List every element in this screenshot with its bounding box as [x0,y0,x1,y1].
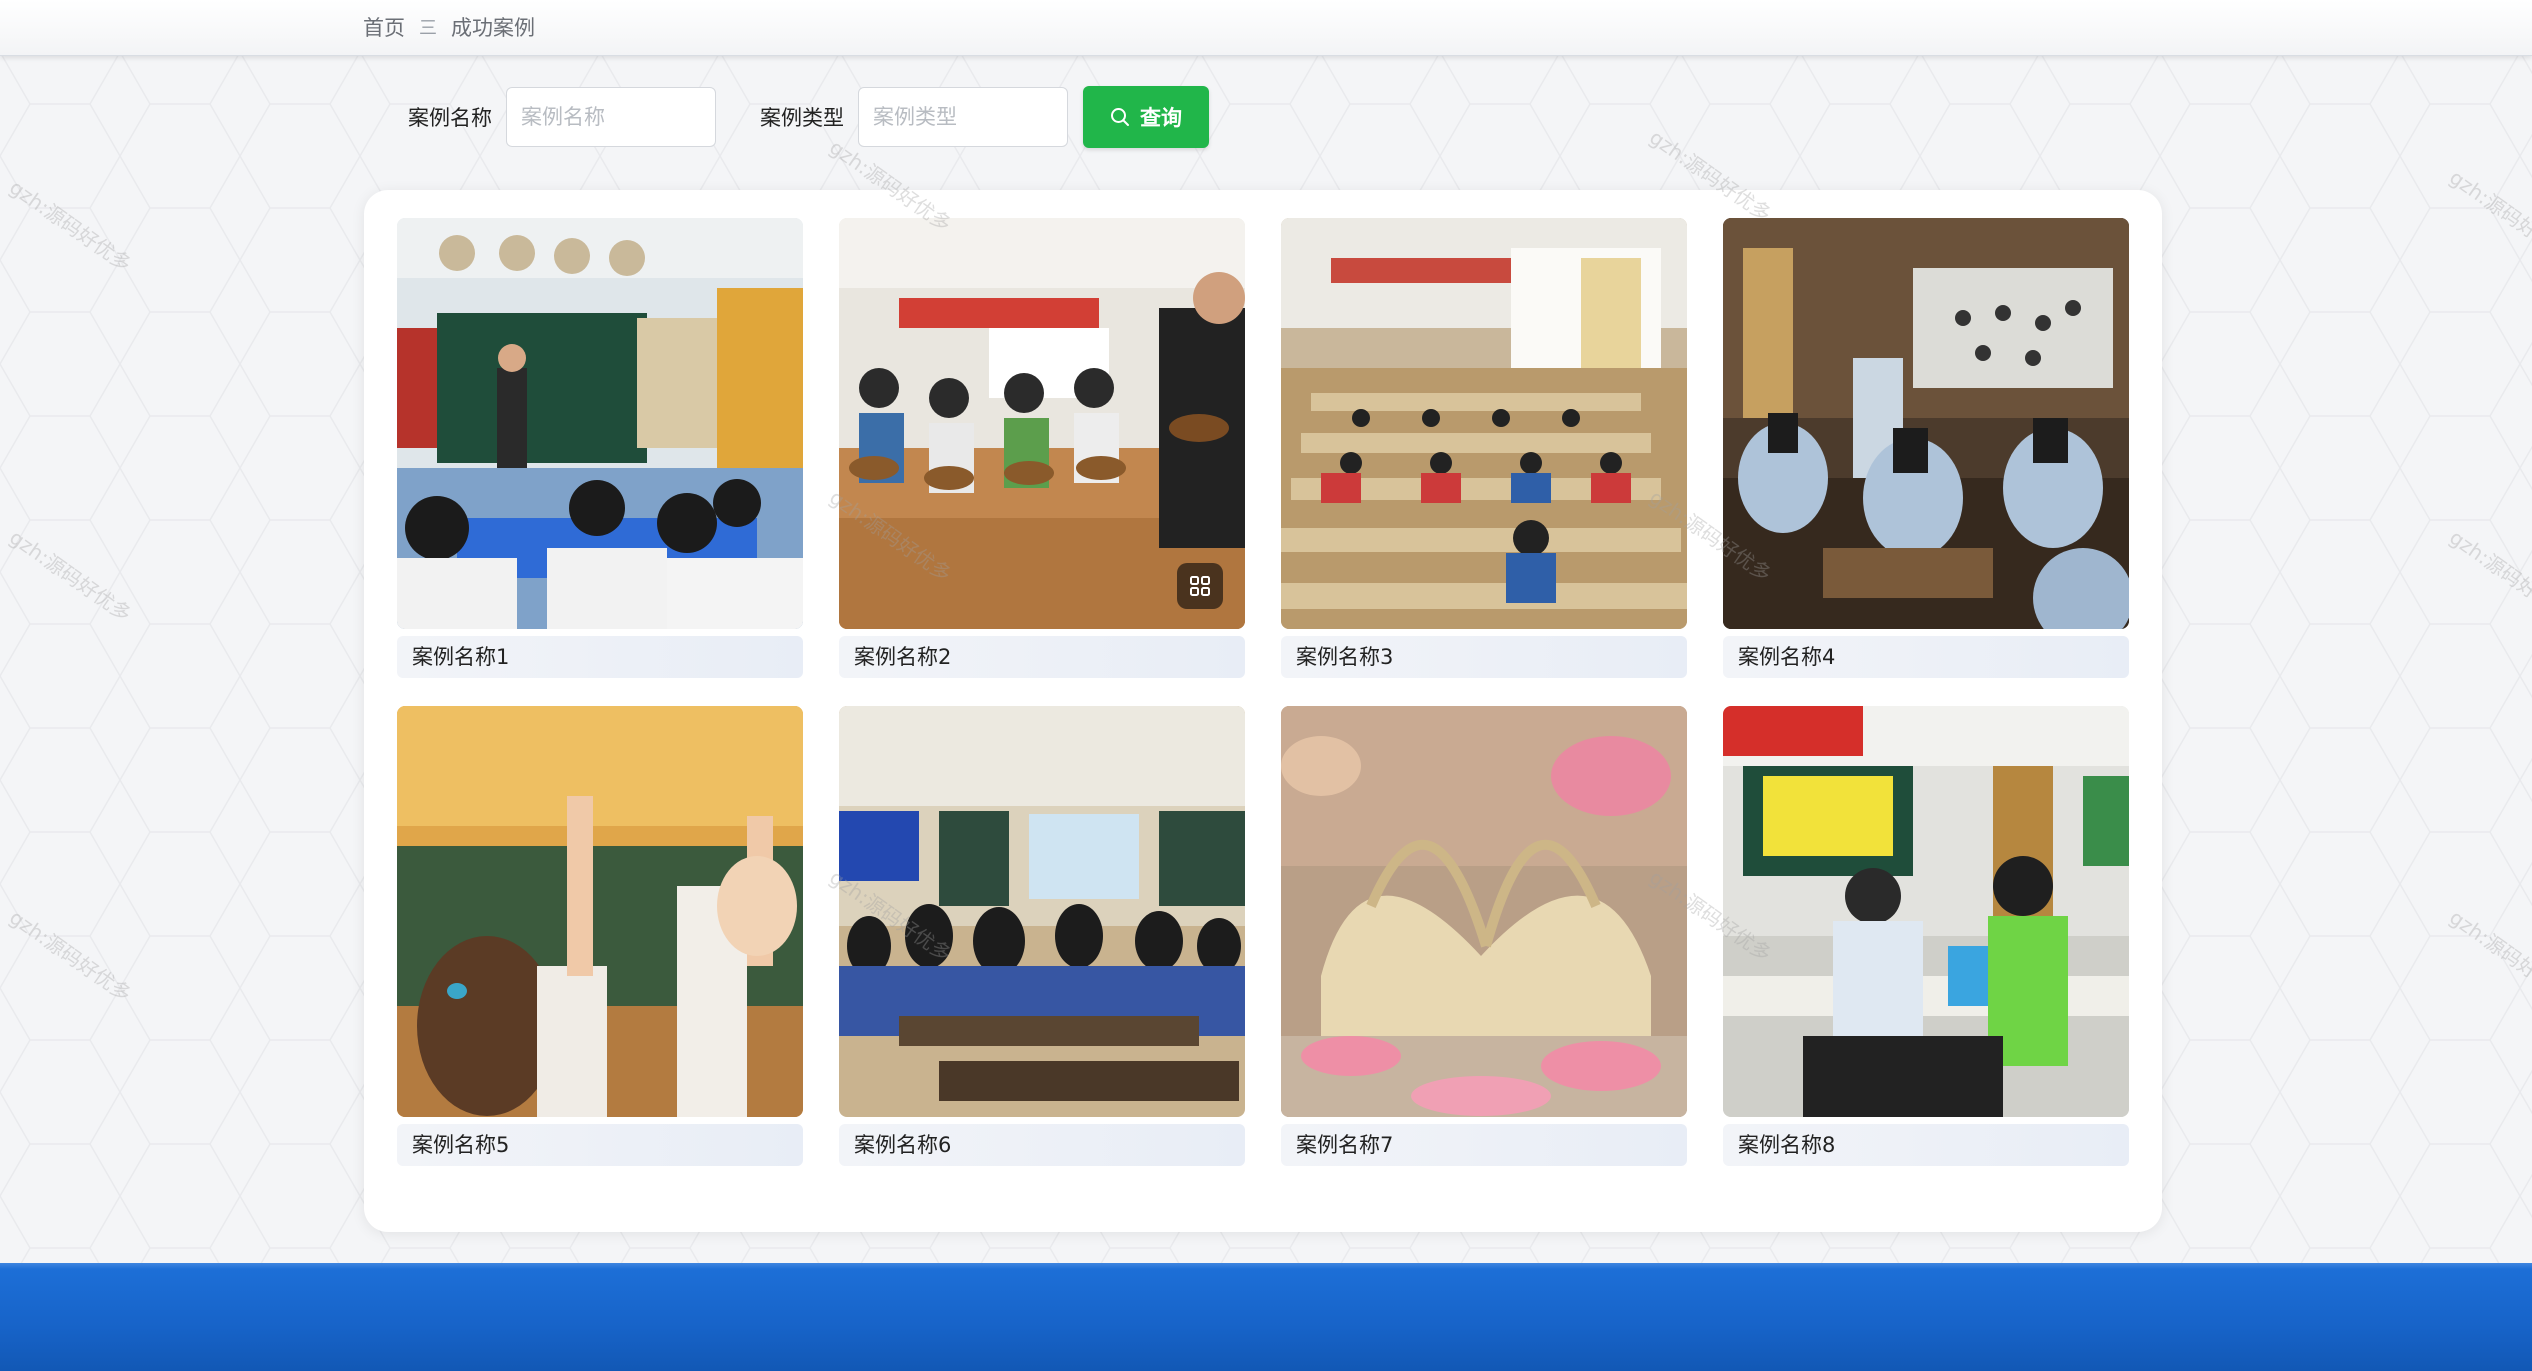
gallery-icon[interactable] [1177,563,1223,609]
case-name: 案例名称6 [839,1124,1245,1166]
case-name: 案例名称1 [397,636,803,678]
case-image[interactable] [839,218,1245,629]
case-card[interactable]: 案例名称2 [839,218,1245,678]
case-image[interactable] [839,706,1245,1117]
case-card[interactable]: 案例名称6 [839,706,1245,1166]
case-card[interactable]: 案例名称3 [1281,218,1687,678]
breadcrumb-separator: 三 [419,18,437,39]
case-name: 案例名称7 [1281,1124,1687,1166]
case-card[interactable]: 案例名称7 [1281,706,1687,1166]
case-name-input[interactable] [506,87,716,147]
case-type-label: 案例类型 [760,106,844,130]
case-image[interactable] [397,706,803,1117]
case-name-label: 案例名称 [408,106,492,130]
case-name: 案例名称2 [839,636,1245,678]
search-form: 案例名称 案例类型 查询 [408,86,1209,148]
case-name: 案例名称3 [1281,636,1687,678]
case-type-input[interactable] [858,87,1068,147]
query-button[interactable]: 查询 [1083,86,1209,148]
footer [0,1263,2532,1371]
case-image[interactable] [1281,218,1687,629]
case-image[interactable] [1723,218,2129,629]
breadcrumb: 首页 三 成功案例 [363,12,535,42]
case-image[interactable] [1723,706,2129,1117]
case-name: 案例名称4 [1723,636,2129,678]
case-name: 案例名称5 [397,1124,803,1166]
case-image[interactable] [1281,706,1687,1117]
case-card[interactable]: 案例名称5 [397,706,803,1166]
case-card[interactable]: 案例名称4 [1723,218,2129,678]
breadcrumb-current: 成功案例 [451,16,535,40]
breadcrumb-home[interactable]: 首页 [363,12,405,42]
search-icon [1111,108,1129,126]
case-card[interactable]: 案例名称1 [397,218,803,678]
case-name: 案例名称8 [1723,1124,2129,1166]
case-card[interactable]: 案例名称8 [1723,706,2129,1166]
case-grid: 案例名称1 案例名称2 案例名称3 案例名称4 案例名称5 案例名称6 案例名称… [397,218,2129,1166]
top-bar: 首页 三 成功案例 [0,0,2532,56]
query-button-label: 查询 [1140,106,1182,130]
case-panel: 案例名称1 案例名称2 案例名称3 案例名称4 案例名称5 案例名称6 案例名称… [364,190,2162,1232]
case-image[interactable] [397,218,803,629]
